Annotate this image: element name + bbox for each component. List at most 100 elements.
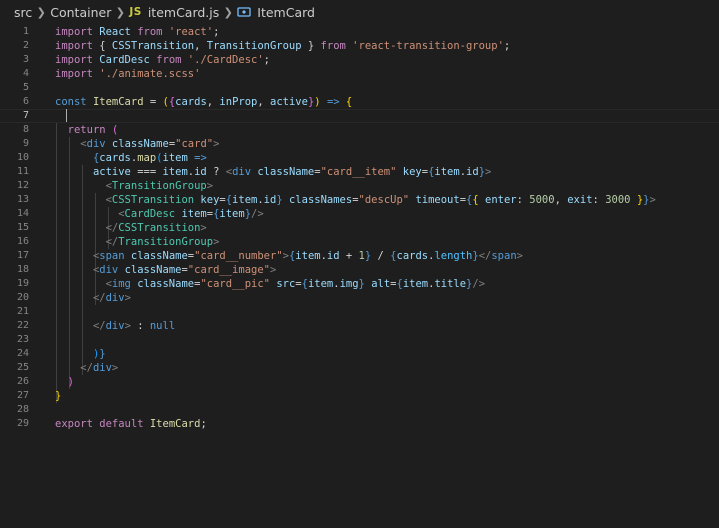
code-text: )} [55, 347, 106, 361]
code-token: ; [200, 418, 207, 430]
code-token: img [111, 278, 131, 290]
code-line[interactable]: 19 <img className="card__pic" src={item.… [0, 277, 719, 291]
code-text: <img className="card__pic" src={item.img… [55, 277, 485, 291]
code-line[interactable]: 2 import { CSSTransition, TransitionGroup… [0, 39, 719, 53]
code-text: <span className="card__number">{item.id … [55, 249, 523, 263]
code-token: item [162, 166, 188, 178]
code-token: "card__number" [194, 250, 283, 262]
code-token: import [55, 68, 93, 80]
code-line[interactable]: 16 </TransitionGroup> [0, 235, 719, 249]
code-editor[interactable]: 1 import React from 'react'; 2 import { CSS… [0, 25, 719, 445]
line-number: 1 [22, 26, 29, 37]
code-line[interactable]: 8 return ( [0, 123, 719, 137]
code-token: map [137, 152, 157, 164]
code-token: > [269, 264, 277, 276]
line-number: 27 [16, 390, 29, 401]
code-token: / [371, 250, 391, 262]
code-token: span [99, 250, 125, 262]
code-text: <CSSTransition key={item.id} classNames=… [55, 193, 656, 207]
code-line[interactable]: 11 active === item.id ? <div className="… [0, 165, 719, 179]
line-number: 19 [16, 278, 29, 289]
code-token: id [194, 166, 207, 178]
code-token: div [232, 166, 252, 178]
code-line[interactable]: 18 <div className="card__image"> [0, 263, 719, 277]
code-line[interactable]: 17 <span className="card__number">{item.… [0, 249, 719, 263]
code-token: } [55, 390, 62, 402]
line-number: 10 [16, 152, 29, 163]
breadcrumb-item-symbol[interactable]: ItemCard [237, 5, 315, 20]
code-token: item [219, 208, 245, 220]
breadcrumb-item-src[interactable]: src [14, 5, 32, 20]
code-line[interactable]: 23 [0, 333, 719, 347]
code-line[interactable]: 1 import React from 'react'; [0, 25, 719, 39]
code-token: </ [105, 236, 119, 248]
breadcrumb-item-container[interactable]: Container [50, 5, 111, 20]
code-token: > [649, 194, 656, 206]
code-token: export [55, 418, 93, 430]
code-line[interactable]: 5 [0, 81, 719, 95]
code-token: item [232, 194, 258, 206]
code-line[interactable]: 22 </div> : null [0, 319, 719, 333]
code-token: ( [111, 124, 119, 136]
code-line[interactable]: 28 [0, 403, 719, 417]
code-token: TransitionGroup [118, 236, 214, 248]
text-cursor [66, 109, 67, 122]
code-token: 3000 [605, 194, 631, 206]
code-line[interactable]: 21 [0, 305, 719, 319]
code-line[interactable]: 10 {cards.map(item => [0, 151, 719, 165]
code-line[interactable]: 3 import CardDesc from './CardDesc'; [0, 53, 719, 67]
code-line[interactable]: 7 [0, 109, 719, 123]
code-line[interactable]: 25 </div> [0, 361, 719, 375]
line-number: 14 [16, 208, 29, 219]
code-line[interactable]: 26 ) [0, 375, 719, 389]
code-token: ; [503, 40, 511, 52]
line-number: 20 [16, 292, 29, 303]
code-line[interactable]: 20 </div> [0, 291, 719, 305]
code-token: , [194, 40, 207, 52]
line-number: 3 [22, 54, 29, 65]
code-text: </div> [55, 361, 118, 375]
code-line[interactable]: 4 import './animate.scss' [0, 67, 719, 81]
code-line[interactable]: 12 <TransitionGroup> [0, 179, 719, 193]
breadcrumb: src ❯ Container ❯ JS itemCard.js ❯ ItemC… [0, 0, 719, 24]
javascript-file-icon: JS [129, 6, 142, 18]
code-text: </TransitionGroup> [55, 235, 220, 249]
code-token: ; [213, 26, 220, 38]
code-token: ) [67, 376, 74, 388]
code-line[interactable]: 13 <CSSTransition key={item.id} classNam… [0, 193, 719, 207]
code-token: id [326, 250, 340, 262]
code-token: > [111, 362, 119, 374]
code-token: CardDesc [99, 54, 150, 66]
code-token: default [99, 418, 144, 430]
breadcrumb-item-file[interactable]: JS itemCard.js [129, 5, 219, 20]
code-token: active [270, 96, 308, 108]
code-token: key [402, 166, 422, 178]
code-token: </ [92, 292, 106, 304]
code-token: div [105, 292, 125, 304]
code-line[interactable]: 29 export default ItemCard; [0, 417, 719, 431]
code-token: </ [105, 222, 119, 234]
code-line[interactable]: 6 const ItemCard = ({cards, inProp, activ… [0, 95, 719, 109]
code-token: , [257, 96, 271, 108]
code-token: cards [99, 152, 131, 164]
code-token: enter [485, 194, 517, 206]
code-token: div [86, 138, 106, 150]
code-token: > [213, 236, 220, 248]
code-token: CardDesc [124, 208, 176, 220]
code-line[interactable]: 9 <div className="card"> [0, 137, 719, 151]
code-token: id [466, 166, 479, 178]
chevron-right-icon: ❯ [36, 5, 46, 19]
code-token: import [55, 40, 93, 52]
line-number: 15 [16, 222, 29, 233]
code-line[interactable]: 15 </CSSTransition> [0, 221, 719, 235]
code-token: inProp [219, 96, 258, 108]
code-line[interactable]: 24 )} [0, 347, 719, 361]
code-token: 'react' [168, 26, 214, 38]
code-line[interactable]: 14 <CardDesc item={item}/> [0, 207, 719, 221]
code-line[interactable]: 27} [0, 389, 719, 403]
